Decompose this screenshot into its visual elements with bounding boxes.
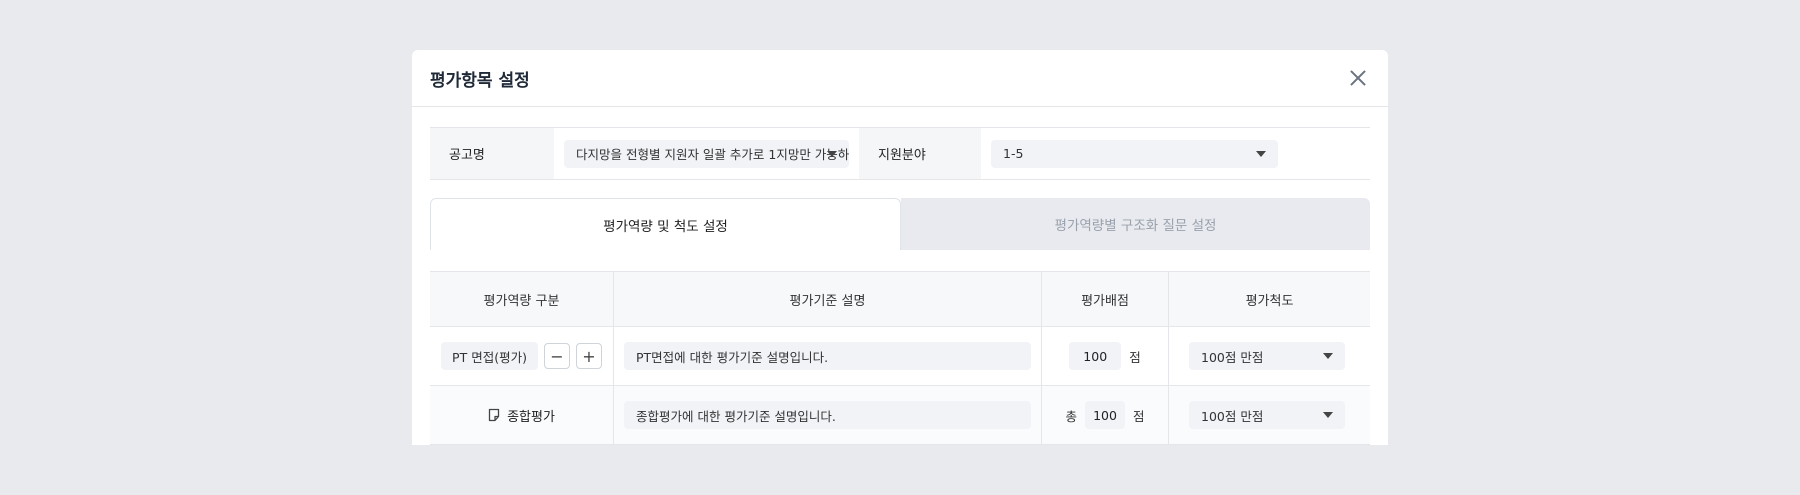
posting-select[interactable]: 다지망을 전형별 지원자 일괄 추가로 1지망만 가능하 <box>564 139 850 168</box>
header-score: 평가배점 <box>1042 272 1169 326</box>
scale-select[interactable]: 100점 만점 <box>1189 342 1345 370</box>
caret-down-icon <box>827 150 837 157</box>
modal-title: 평가항목 설정 <box>430 70 530 91</box>
field-cell: 1-5 <box>981 128 1288 179</box>
tab-bar: 평가역량 및 척도 설정 평가역량별 구조화 질문 설정 <box>430 198 1370 250</box>
scale-select-value: 100점 만점 <box>1201 408 1264 424</box>
score-unit: 점 <box>1133 408 1145 424</box>
score-unit: 점 <box>1129 349 1141 365</box>
field-select-value: 1-5 <box>1003 146 1024 161</box>
document-icon <box>488 408 500 422</box>
score-input[interactable]: 100 <box>1069 342 1122 370</box>
caret-down-icon <box>1323 412 1333 418</box>
posting-cell: 다지망을 전형별 지원자 일괄 추가로 1지망만 가능하 <box>554 128 859 179</box>
evaluation-settings-modal: 평가항목 설정 공고명 다지망을 전형별 지원자 일괄 추가로 1지망만 가능하… <box>412 50 1388 445</box>
modal-header: 평가항목 설정 <box>412 50 1388 107</box>
table-header-row: 평가역량 구분 평가기준 설명 평가배점 평가척도 <box>430 272 1370 327</box>
competency-cell: 종합평가 <box>430 386 614 444</box>
description-input[interactable]: 종합평가에 대한 평가기준 설명입니다. <box>624 401 1031 429</box>
minus-icon[interactable]: − <box>543 343 570 369</box>
scale-cell: 100점 만점 <box>1169 327 1370 385</box>
plus-icon[interactable]: + <box>575 343 602 369</box>
score-prefix: 총 <box>1065 408 1077 424</box>
description-input[interactable]: PT면접에 대한 평가기준 설명입니다. <box>624 342 1031 370</box>
score-cell: 100 점 <box>1042 327 1169 385</box>
score-total: 100 <box>1085 401 1125 429</box>
evaluation-table: 평가역량 구분 평가기준 설명 평가배점 평가척도 PT 면접(평가) − + … <box>430 271 1370 445</box>
tab-competency-scale[interactable]: 평가역량 및 척도 설정 <box>430 198 901 250</box>
posting-label: 공고명 <box>430 128 554 179</box>
competency-chip: PT 면접(평가) <box>441 342 538 370</box>
scale-cell: 100점 만점 <box>1169 386 1370 444</box>
header-description: 평가기준 설명 <box>614 272 1042 326</box>
filter-row: 공고명 다지망을 전형별 지원자 일괄 추가로 1지망만 가능하 지원분야 1-… <box>430 127 1370 180</box>
scale-select-value: 100점 만점 <box>1201 349 1264 365</box>
description-cell: 종합평가에 대한 평가기준 설명입니다. <box>614 386 1042 444</box>
scale-select[interactable]: 100점 만점 <box>1189 401 1345 429</box>
tab-structured-questions[interactable]: 평가역량별 구조화 질문 설정 <box>901 198 1370 250</box>
table-row: PT 면접(평가) − + PT면접에 대한 평가기준 설명입니다. 100 점… <box>430 327 1370 386</box>
competency-cell: PT 면접(평가) − + <box>430 327 614 385</box>
field-select[interactable]: 1-5 <box>991 139 1278 168</box>
score-cell: 총 100 점 <box>1042 386 1169 444</box>
field-label: 지원분야 <box>859 128 981 179</box>
header-competency: 평가역량 구분 <box>430 272 614 326</box>
caret-down-icon <box>1323 353 1333 359</box>
header-scale: 평가척도 <box>1245 293 1294 309</box>
caret-down-icon <box>1256 150 1266 157</box>
table-row: 종합평가 종합평가에 대한 평가기준 설명입니다. 총 100 점 100점 만… <box>430 386 1370 445</box>
close-icon[interactable] <box>1346 66 1370 90</box>
posting-select-value: 다지망을 전형별 지원자 일괄 추가로 1지망만 가능하 <box>576 147 850 162</box>
competency-label: 종합평가 <box>507 409 555 425</box>
description-cell: PT면접에 대한 평가기준 설명입니다. <box>614 327 1042 385</box>
